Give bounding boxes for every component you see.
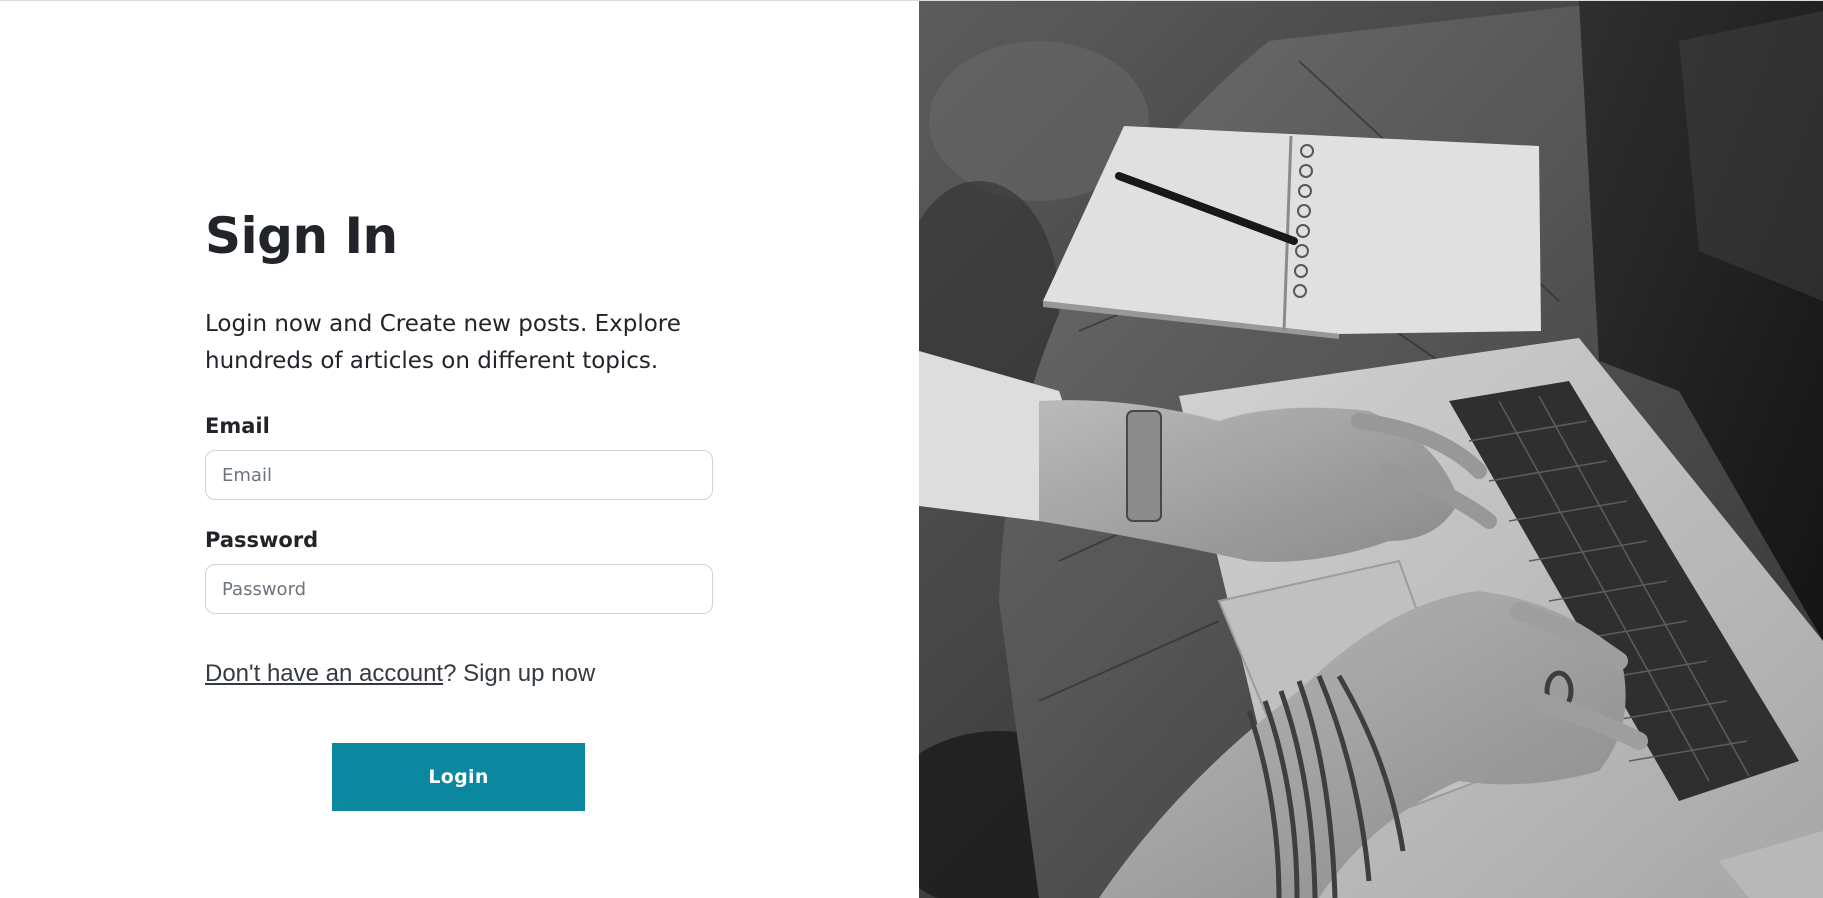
password-label: Password xyxy=(205,528,319,552)
email-label: Email xyxy=(205,414,270,438)
sign-in-page: Sign In Login now and Create new posts. … xyxy=(0,0,1823,898)
hero-image-illustration xyxy=(919,1,1823,898)
email-field[interactable] xyxy=(205,450,713,500)
sign-in-form: Sign In Login now and Create new posts. … xyxy=(205,201,713,811)
hero-image xyxy=(919,1,1823,898)
page-subtitle: Login now and Create new posts. Explore … xyxy=(205,311,681,374)
sign-in-panel: Sign In Login now and Create new posts. … xyxy=(0,1,919,898)
login-button[interactable]: Login xyxy=(332,743,585,811)
password-field[interactable] xyxy=(205,564,713,614)
signup-suffix: ? Sign up now xyxy=(443,660,596,687)
signup-prompt: Don't have an account? Sign up now xyxy=(205,658,713,690)
page-title: Sign In xyxy=(205,207,398,265)
signup-link[interactable]: Don't have an account xyxy=(205,660,443,687)
